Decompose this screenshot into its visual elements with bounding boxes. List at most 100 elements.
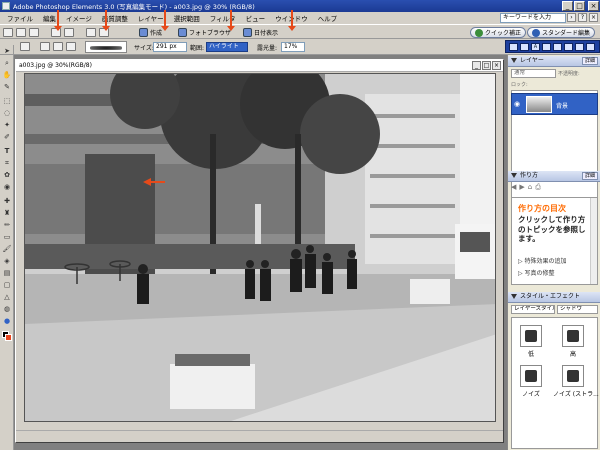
- forward-icon[interactable]: ▶: [519, 183, 524, 193]
- background-color-swatch[interactable]: [5, 334, 12, 341]
- style-subcategory-select[interactable]: シャドウ: [557, 305, 598, 314]
- photo-image: [25, 74, 495, 421]
- layers-more-button[interactable]: 詳細: [581, 57, 598, 65]
- document-status-bar: [16, 430, 503, 442]
- date-view-button[interactable]: 日付表示: [243, 27, 278, 38]
- open-file-icon[interactable]: [16, 28, 26, 37]
- lasso-tool-icon[interactable]: ◌: [2, 109, 12, 118]
- palette-icon[interactable]: [564, 42, 573, 51]
- range-select[interactable]: ハイライト: [206, 42, 248, 52]
- doc-close-button[interactable]: ×: [492, 61, 501, 70]
- maximize-button[interactable]: □: [574, 1, 585, 11]
- menu-file[interactable]: ファイル: [2, 13, 38, 23]
- hand-tool-icon[interactable]: ✋: [2, 71, 12, 80]
- selection-brush-tool-icon[interactable]: ✐: [2, 133, 12, 142]
- palette-icon[interactable]: A: [531, 42, 540, 51]
- back-icon[interactable]: ◀: [511, 183, 516, 193]
- blend-mode-select[interactable]: 通常: [511, 69, 556, 78]
- photo-browser-button[interactable]: フォトブラウザ: [178, 27, 231, 38]
- sponge-tool-icon[interactable]: ◍: [2, 305, 12, 314]
- howto-link-photo-fix[interactable]: ▷ 写真の修整: [518, 268, 555, 277]
- menu-filter[interactable]: フィルタ: [205, 13, 241, 23]
- gradient-tool-icon[interactable]: ▤: [2, 269, 12, 278]
- quick-fix-label: クイック補正: [485, 30, 522, 37]
- zoom-tool-icon[interactable]: ⌕: [2, 59, 12, 68]
- paint-bucket-tool-icon[interactable]: ◈: [2, 257, 12, 266]
- palette-bin: レイヤー 詳細 通常 不透明度: ロック: ◉ 背景 作り方 詳細 ◀ ▶ ⌂ …: [507, 55, 600, 450]
- palette-icon[interactable]: [586, 42, 595, 51]
- howto-panel-header[interactable]: 作り方 詳細: [508, 171, 600, 182]
- styles-panel-header[interactable]: スタイル・エフェクト: [508, 292, 600, 303]
- howto-scrollbar[interactable]: [590, 198, 597, 284]
- menu-select[interactable]: 選択範囲: [169, 13, 205, 23]
- howto-link-special-effects[interactable]: ▷ 特殊効果の追加: [518, 256, 567, 265]
- howto-panel-title: 作り方: [520, 172, 539, 179]
- cookie-cutter-tool-icon[interactable]: ✿: [2, 171, 12, 180]
- new-file-icon[interactable]: [3, 28, 13, 37]
- red-eye-tool-icon[interactable]: ◉: [2, 183, 12, 192]
- undo-icon[interactable]: [86, 28, 96, 37]
- doc-maximize-button[interactable]: □: [482, 61, 491, 70]
- annotation-arrow: [54, 10, 62, 31]
- palette-icon[interactable]: [542, 42, 551, 51]
- palette-icon[interactable]: [509, 42, 518, 51]
- save-icon[interactable]: [29, 28, 39, 37]
- size-input[interactable]: 291 px: [153, 42, 187, 52]
- shape-tool-icon[interactable]: ▢: [2, 281, 12, 290]
- eyedropper-tool-icon[interactable]: ✎: [2, 83, 12, 92]
- search-go-icon[interactable]: ›: [567, 13, 576, 22]
- blur-tool-icon[interactable]: △: [2, 293, 12, 302]
- pencil-tool-icon[interactable]: ✏: [2, 221, 12, 230]
- help-icon[interactable]: ?: [578, 13, 587, 22]
- brush-preview[interactable]: [85, 41, 127, 53]
- collapse-icon: [511, 173, 517, 178]
- layers-panel-header[interactable]: レイヤー 詳細: [508, 56, 600, 67]
- style-category-select[interactable]: レイヤースタイル: [511, 305, 555, 314]
- style-swatch-noise-stroke[interactable]: [562, 365, 584, 387]
- eye-icon[interactable]: ◉: [514, 100, 522, 108]
- marquee-tool-icon[interactable]: ⬚: [2, 97, 12, 106]
- layer-row-background[interactable]: ◉ 背景: [511, 93, 598, 115]
- brush-mode-icon[interactable]: [66, 42, 76, 51]
- photo-browser-icon: [178, 28, 187, 37]
- brush-mode-icon[interactable]: [40, 42, 50, 51]
- howto-more-button[interactable]: 詳細: [581, 172, 598, 180]
- brush-mode-icon[interactable]: [53, 42, 63, 51]
- exposure-input[interactable]: 17%: [281, 42, 305, 52]
- home-icon[interactable]: ⌂: [528, 183, 532, 193]
- palette-icon[interactable]: [520, 42, 529, 51]
- type-tool-icon[interactable]: T: [2, 147, 12, 156]
- dodge-tool-icon[interactable]: ●: [2, 317, 12, 326]
- palette-icon[interactable]: [553, 42, 562, 51]
- photo-canvas[interactable]: [24, 73, 496, 422]
- palette-icon[interactable]: [575, 42, 584, 51]
- style-swatch-noise[interactable]: [520, 365, 542, 387]
- eraser-tool-icon[interactable]: ▭: [2, 233, 12, 242]
- close-doc-icon[interactable]: ×: [589, 13, 598, 22]
- style-swatch-high[interactable]: [562, 325, 584, 347]
- online-service-icon[interactable]: [64, 28, 74, 37]
- standard-edit-button[interactable]: スタンダード編集: [527, 27, 596, 38]
- menu-enhance[interactable]: 画質調整: [97, 13, 133, 23]
- style-swatch-low[interactable]: [520, 325, 542, 347]
- document-window: a003.jpg @ 30%(RGB/8) _ □ ×: [15, 59, 504, 443]
- doc-minimize-button[interactable]: _: [472, 61, 481, 70]
- move-tool-icon[interactable]: ➤: [2, 47, 12, 56]
- quick-fix-button[interactable]: クイック補正: [470, 27, 527, 38]
- toolbox: ➤ ⌕ ✋ ✎ ⬚ ◌ ✦ ✐ T ⌗ ✿ ◉ ✚ ♜ ✏ ▭ 🖌 ◈ ▤ ▢ …: [0, 45, 14, 450]
- brush-tool-icon[interactable]: 🖌: [2, 245, 12, 254]
- print-icon[interactable]: ⎙: [535, 183, 541, 193]
- menu-help[interactable]: ヘルプ: [313, 13, 343, 23]
- close-button[interactable]: ×: [588, 1, 599, 11]
- menu-image[interactable]: イメージ: [61, 13, 97, 23]
- menu-view[interactable]: ビュー: [241, 13, 271, 23]
- magic-wand-tool-icon[interactable]: ✦: [2, 121, 12, 130]
- date-view-icon: [243, 28, 252, 37]
- minimize-button[interactable]: _: [562, 1, 573, 11]
- help-search-input[interactable]: キーワードを入力: [500, 13, 566, 23]
- dodge-tool-option-icon[interactable]: [20, 42, 30, 51]
- healing-brush-tool-icon[interactable]: ✚: [2, 197, 12, 206]
- create-button[interactable]: 作成: [139, 27, 162, 38]
- clone-stamp-tool-icon[interactable]: ♜: [2, 209, 12, 218]
- crop-tool-icon[interactable]: ⌗: [2, 159, 12, 168]
